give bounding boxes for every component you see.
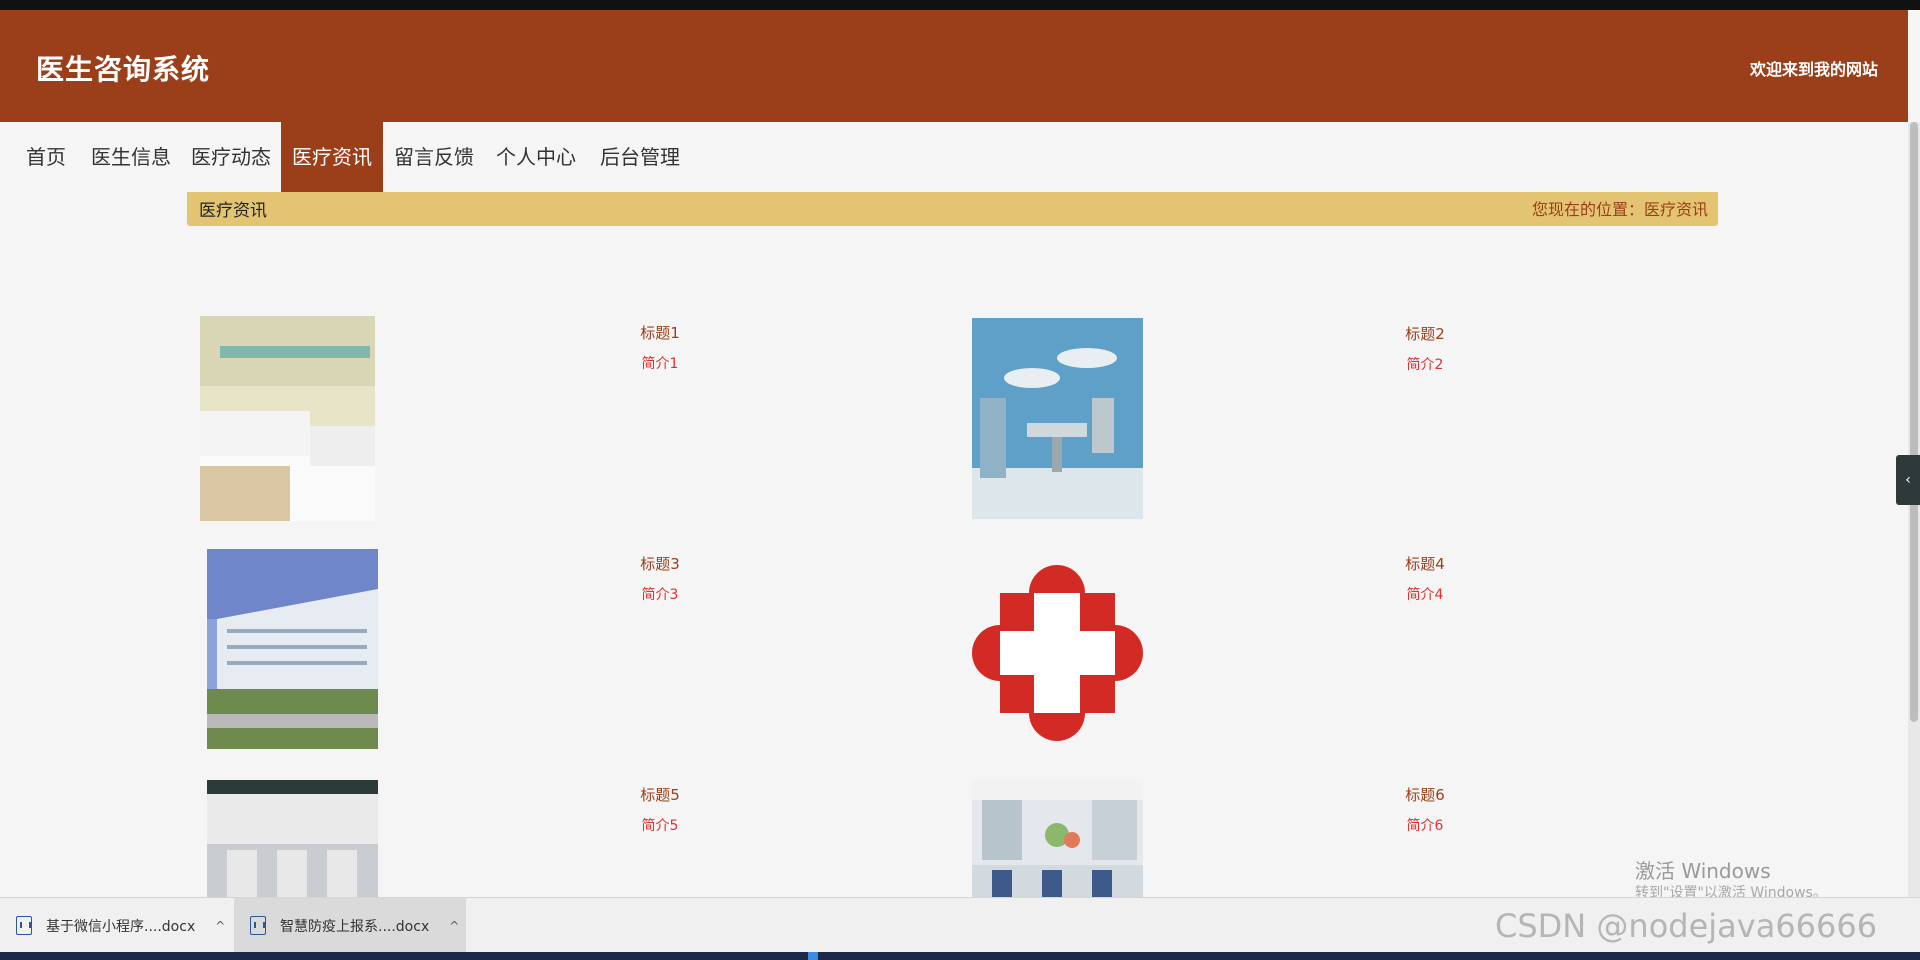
breadcrumb: 医疗资讯 您现在的位置：医疗资讯: [187, 192, 1718, 226]
scrollbar-thumb[interactable]: [1910, 122, 1918, 722]
news-intro-5: 简介5: [641, 818, 679, 834]
news-intro-6: 简介6: [1406, 818, 1444, 834]
news-intro-3: 简介3: [641, 587, 679, 603]
news-thumb-2[interactable]: [972, 318, 1143, 519]
news-title-3[interactable]: 标题3: [600, 553, 720, 574]
breadcrumb-location[interactable]: 您现在的位置：医疗资讯: [1532, 196, 1708, 220]
download-item-1[interactable]: 基于微信小程序....docx ^: [16, 898, 226, 953]
site-header: 医生咨询系统 欢迎来到我的网站: [0, 10, 1908, 122]
news-title-4[interactable]: 标题4: [1365, 553, 1485, 574]
news-title-2[interactable]: 标题2: [1365, 323, 1485, 344]
nav-item-medical-news[interactable]: 医疗动态: [185, 122, 277, 192]
nav-item-medical-info[interactable]: 医疗资讯: [281, 122, 383, 192]
news-intro-4: 简介4: [1406, 587, 1444, 603]
news-thumb-3[interactable]: [207, 549, 378, 749]
page-scrollbar[interactable]: [1908, 122, 1920, 897]
news-title-1[interactable]: 标题1: [600, 322, 720, 343]
news-intro-2: 简介2: [1406, 357, 1444, 373]
red-cross-logo: [972, 563, 1143, 748]
news-title-5[interactable]: 标题5: [600, 784, 720, 805]
hospital-ward-image: [200, 316, 375, 521]
chevron-up-icon[interactable]: ^: [449, 919, 459, 933]
chevron-up-icon[interactable]: ^: [215, 919, 225, 933]
hospital-entrance-image: [207, 780, 378, 897]
download-file-name: 智慧防疫上报系....docx: [280, 918, 430, 935]
infusion-room-image: [972, 780, 1143, 897]
main-nav: 首页 医生信息 医疗动态 医疗资讯 留言反馈 个人中心 后台管理: [0, 122, 1908, 192]
download-item-2[interactable]: 智慧防疫上报系....docx ^: [234, 898, 466, 953]
news-thumb-5[interactable]: [207, 780, 378, 897]
nav-item-home[interactable]: 首页: [15, 122, 77, 192]
nav-item-personal-center[interactable]: 个人中心: [490, 122, 582, 192]
word-doc-icon: [16, 916, 32, 935]
csdn-watermark: CSDN @nodejava66666: [1495, 907, 1878, 945]
news-thumb-4[interactable]: [972, 563, 1143, 748]
hospital-building-image: [207, 549, 378, 749]
word-doc-icon: [250, 916, 266, 935]
chevron-left-icon[interactable]: ‹: [1896, 455, 1920, 505]
site-title: 医生咨询系统: [36, 53, 211, 86]
nav-item-feedback[interactable]: 留言反馈: [388, 122, 480, 192]
news-intro-1: 简介1: [641, 356, 679, 372]
nav-item-doctor-info[interactable]: 医生信息: [85, 122, 177, 192]
section-title: 医疗资讯: [199, 201, 267, 221]
download-file-name: 基于微信小程序....docx: [46, 918, 196, 935]
windows-activation-title: 激活 Windows: [1635, 859, 1771, 883]
news-thumb-1[interactable]: [200, 316, 375, 521]
taskbar-indicator: [808, 952, 818, 960]
operating-room-image: [972, 318, 1143, 519]
window-bottom-strip: [0, 952, 1920, 960]
window-top-strip: [0, 0, 1920, 10]
news-title-6[interactable]: 标题6: [1365, 784, 1485, 805]
nav-item-admin[interactable]: 后台管理: [594, 122, 686, 192]
welcome-text: 欢迎来到我的网站: [1749, 60, 1878, 79]
news-thumb-6[interactable]: [972, 780, 1143, 897]
